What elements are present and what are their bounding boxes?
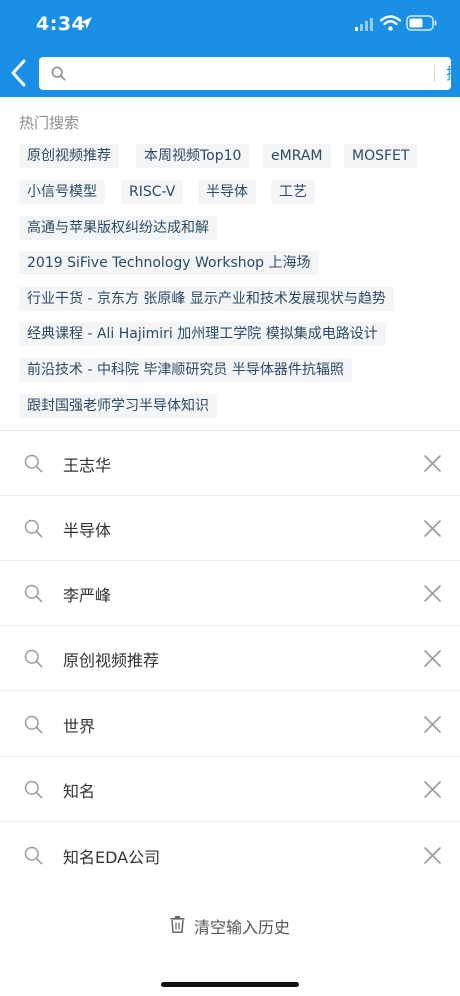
search-icon: [24, 519, 43, 538]
hot-tag[interactable]: 2019 SiFive Technology Workshop 上海场: [19, 251, 319, 275]
close-icon[interactable]: [423, 584, 442, 603]
hot-tag[interactable]: 跟封国强老师学习半导体知识: [19, 394, 217, 418]
search-icon: [24, 584, 43, 603]
trash-icon: [170, 916, 185, 933]
history-item[interactable]: 半导体: [0, 496, 460, 561]
close-icon[interactable]: [423, 780, 442, 799]
battery-icon: [406, 15, 437, 31]
home-indicator: [161, 982, 299, 987]
status-bar: 4:34: [0, 0, 460, 50]
search-icon: [51, 66, 66, 81]
hot-tag[interactable]: 高通与苹果版权纠纷达成和解: [19, 216, 217, 240]
close-icon[interactable]: [423, 454, 442, 473]
header-bar: 4:34 搜索: [0, 0, 460, 97]
hot-tag[interactable]: 半导体: [198, 180, 256, 204]
hot-tag[interactable]: 本周视频Top10: [136, 144, 250, 168]
history-item-label: 知名: [63, 782, 96, 801]
search-bar: 搜索: [39, 57, 460, 90]
history-item-label: 世界: [63, 717, 96, 736]
search-divider: [434, 65, 435, 82]
search-icon: [24, 715, 43, 734]
history-item[interactable]: 世界: [0, 692, 460, 757]
history-item[interactable]: 知名EDA公司: [0, 823, 460, 888]
wifi-icon: [380, 15, 401, 31]
history-item-label: 知名EDA公司: [63, 848, 161, 867]
back-chevron-icon[interactable]: [6, 56, 32, 90]
search-icon: [24, 649, 43, 668]
close-icon[interactable]: [423, 715, 442, 734]
history-item[interactable]: 知名: [0, 757, 460, 822]
search-icon: [24, 846, 43, 865]
history-item-label: 半导体: [63, 521, 112, 540]
hot-tag[interactable]: 工艺: [271, 180, 315, 204]
hot-tag[interactable]: 经典课程 - Ali Hajimiri 加州理工学院 模拟集成电路设计: [19, 322, 386, 346]
hot-tag[interactable]: 行业干货 - 京东方 张原峰 显示产业和技术发展现状与趋势: [19, 287, 394, 311]
clear-history-label: 清空输入历史: [194, 918, 291, 937]
close-icon[interactable]: [423, 519, 442, 538]
history-item[interactable]: 王志华: [0, 431, 460, 496]
cellular-signal-icon: [355, 18, 373, 31]
status-time: 4:34: [36, 13, 86, 35]
hot-tag[interactable]: 小信号模型: [19, 180, 105, 204]
hot-search-title: 热门搜索: [19, 114, 80, 132]
search-input[interactable]: [75, 61, 393, 86]
close-icon[interactable]: [423, 649, 442, 668]
hot-tag[interactable]: eMRAM: [263, 144, 331, 168]
hot-tag[interactable]: MOSFET: [344, 144, 418, 168]
row-divider: [0, 821, 460, 822]
close-icon[interactable]: [423, 846, 442, 865]
location-arrow-icon: [80, 17, 92, 29]
history-item[interactable]: 原创视频推荐: [0, 626, 460, 691]
history-item[interactable]: 李严峰: [0, 561, 460, 626]
history-item-label: 李严峰: [63, 586, 112, 605]
search-button[interactable]: 搜索: [440, 62, 460, 86]
history-item-label: 王志华: [63, 456, 112, 475]
history-item-label: 原创视频推荐: [63, 651, 160, 670]
row-divider: [0, 690, 460, 691]
search-icon: [24, 454, 43, 473]
hot-tag[interactable]: 原创视频推荐: [19, 144, 119, 168]
hot-tag[interactable]: 前沿技术 - 中科院 毕津顺研究员 半导体器件抗辐照: [19, 358, 352, 382]
search-icon: [24, 780, 43, 799]
hot-tag[interactable]: RISC-V: [121, 180, 184, 204]
